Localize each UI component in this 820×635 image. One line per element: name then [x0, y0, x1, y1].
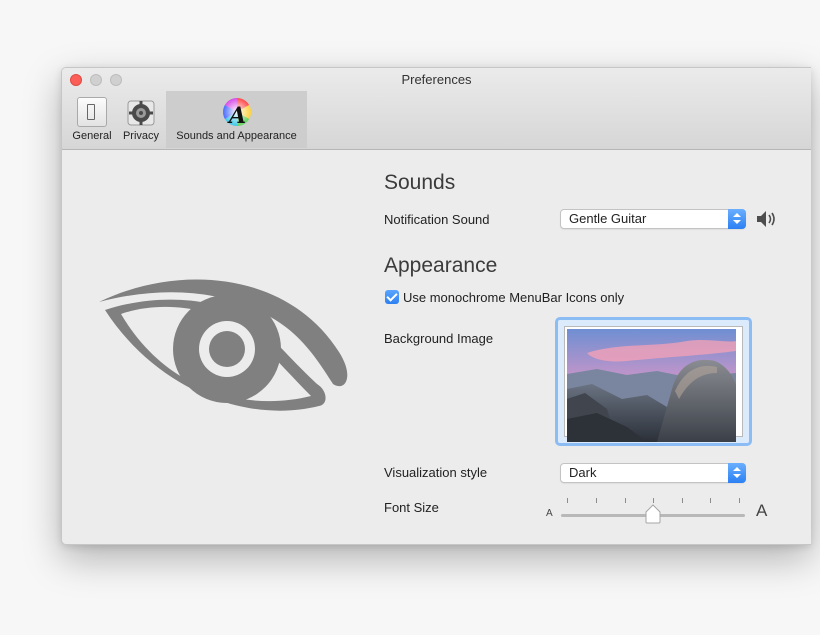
slider-tick	[653, 498, 654, 503]
visualization-style-value: Dark	[569, 465, 597, 480]
background-image-label: Background Image	[384, 331, 494, 346]
notification-sound-value: Gentle Guitar	[569, 211, 647, 226]
slider-tick	[682, 498, 683, 503]
slider-knob[interactable]	[644, 504, 662, 524]
preferences-content: Sounds Notification Sound Gentle Guitar …	[62, 150, 811, 544]
font-size-slider[interactable]: A A	[542, 492, 772, 524]
tab-sounds-and-appearance[interactable]: A Sounds and Appearance	[166, 91, 307, 148]
visualization-style-label: Visualization style	[384, 465, 488, 480]
popup-stepper-icon	[728, 463, 746, 483]
title-bar: Preferences General Privacy A Sounds and…	[62, 68, 811, 150]
slider-tick	[739, 498, 740, 503]
eye-logo-icon	[99, 279, 348, 411]
general-switch-icon	[77, 97, 107, 127]
notification-sound-label: Notification Sound	[384, 212, 490, 227]
slider-tick	[625, 498, 626, 503]
color-wheel-letter-a-icon: A	[222, 98, 251, 127]
tab-privacy-label: Privacy	[122, 130, 160, 142]
tab-general[interactable]: General	[67, 91, 117, 148]
sounds-heading: Sounds	[384, 171, 456, 194]
speaker-icon[interactable]	[755, 209, 779, 229]
svg-text:A: A	[227, 103, 246, 127]
visualization-style-popup[interactable]: Dark	[560, 463, 746, 483]
privacy-gear-icon	[127, 100, 155, 126]
tab-privacy[interactable]: Privacy	[118, 91, 164, 148]
background-image-frame	[564, 326, 743, 442]
notification-sound-popup[interactable]: Gentle Guitar	[560, 209, 746, 229]
font-size-label: Font Size	[384, 500, 439, 515]
monochrome-icons-checkbox[interactable]	[385, 290, 399, 304]
preferences-window: Preferences General Privacy A Sounds and…	[61, 67, 811, 545]
monochrome-icons-label[interactable]: Use monochrome MenuBar Icons only	[403, 290, 624, 305]
tab-general-label: General	[72, 130, 112, 142]
font-size-large-glyph: A	[756, 501, 768, 520]
slider-tick	[567, 498, 568, 503]
half-dome-landscape-image	[567, 329, 736, 442]
font-size-small-glyph: A	[546, 508, 553, 519]
appearance-heading: Appearance	[384, 254, 498, 277]
window-title: Preferences	[401, 72, 472, 87]
tab-sounds-and-appearance-label: Sounds and Appearance	[176, 130, 297, 142]
popup-stepper-icon	[728, 209, 746, 229]
slider-tick	[596, 498, 597, 503]
background-image-well[interactable]	[555, 317, 752, 446]
slider-tick	[710, 498, 711, 503]
